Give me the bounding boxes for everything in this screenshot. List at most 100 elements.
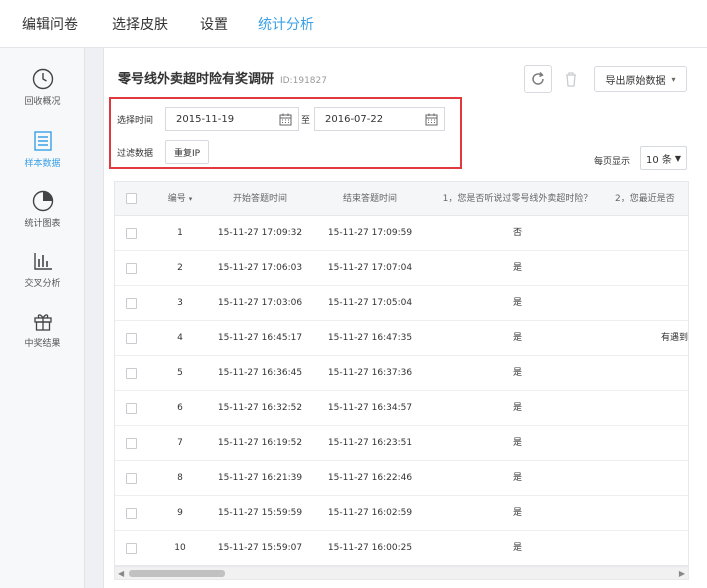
- delete-button[interactable]: [557, 65, 585, 93]
- chevron-down-icon: ▾: [671, 74, 676, 84]
- table-row[interactable]: 3 15-11-27 17:03:06 15-11-27 17:05:04 是 没有遇: [115, 286, 689, 321]
- table-row[interactable]: 4 15-11-27 16:45:17 15-11-27 16:47:35 是 有遇到，…: [115, 321, 688, 356]
- cell-question-2: 有遇到，拖了: [660, 333, 688, 343]
- select-all-checkbox[interactable]: [126, 193, 137, 204]
- row-checkbox[interactable]: [126, 473, 137, 484]
- sidebar-item-label: 回收概况: [24, 97, 61, 107]
- caret-down-icon: ▼: [674, 153, 682, 163]
- tab-edit-survey[interactable]: 编辑问卷: [22, 14, 78, 34]
- cell-number: 1: [177, 228, 183, 238]
- sidebar-item-label: 统计图表: [24, 219, 61, 229]
- row-checkbox[interactable]: [126, 438, 137, 449]
- export-label: 导出原始数据: [605, 75, 666, 87]
- cell-start-time: 15-11-27 17:06:03: [217, 263, 303, 273]
- cell-number: 8: [177, 473, 183, 483]
- sort-down-icon: ▾: [188, 195, 193, 203]
- cell-question-2: 没有遇: [615, 286, 689, 321]
- cell-question-1: 是: [512, 438, 522, 448]
- cell-number: 10: [174, 543, 186, 553]
- survey-id: ID:191827: [280, 76, 327, 86]
- cell-question-1: 是: [512, 333, 522, 343]
- row-checkbox[interactable]: [126, 403, 137, 414]
- cell-question-2: 有遇: [615, 356, 688, 391]
- bar-chart-icon: [33, 253, 52, 270]
- cell-start-time: 15-11-27 16:45:17: [217, 333, 303, 343]
- start-date-value: 2015-11-19: [176, 113, 235, 125]
- horizontal-scrollbar[interactable]: ◀ ▶: [114, 566, 689, 580]
- scrollbar-thumb[interactable]: [129, 570, 225, 577]
- sidebar-item-label: 样本数据: [24, 159, 61, 169]
- tab-settings[interactable]: 设置: [200, 14, 228, 34]
- table-row[interactable]: 7 15-11-27 16:19:52 15-11-27 16:23:51 是 有遇到: [115, 426, 689, 461]
- sidebar-item-overview[interactable]: 回收概况: [0, 68, 85, 124]
- cell-start-time: 15-11-27 15:59:59: [217, 508, 303, 518]
- cell-question-2: 有遇到: [615, 531, 689, 565]
- trash-icon: [566, 72, 576, 87]
- sidebar-item-lottery-results[interactable]: 中奖结果: [0, 310, 85, 366]
- filter-panel: 选择时间 2015-11-19 至 2016-07-22 过滤数据 重复IP: [109, 97, 462, 169]
- cell-question-2: 有遇: [615, 391, 688, 426]
- end-date-input[interactable]: 2016-07-22: [314, 107, 445, 131]
- sidebar-item-charts[interactable]: 统计图表: [0, 190, 85, 246]
- header-question-2: 2，您最近是否: [615, 194, 675, 204]
- refresh-button[interactable]: [524, 65, 552, 93]
- clock-icon: [32, 68, 53, 90]
- table-row[interactable]: 2 15-11-27 17:06:03 15-11-27 17:07:04 是 有遇: [115, 251, 688, 286]
- cell-start-time: 15-11-27 17:09:32: [217, 228, 303, 238]
- tab-choose-skin[interactable]: 选择皮肤: [112, 14, 168, 34]
- pie-chart-icon: [32, 190, 53, 212]
- time-label: 选择时间: [117, 116, 154, 126]
- duplicate-ip-button[interactable]: 重复IP: [165, 140, 209, 164]
- cell-question-1: 是: [512, 473, 522, 483]
- date-range-separator: 至: [301, 116, 311, 126]
- row-checkbox[interactable]: [126, 263, 137, 274]
- cell-number: 2: [177, 263, 183, 273]
- row-checkbox[interactable]: [126, 228, 137, 239]
- per-page-select[interactable]: 10 条 ▼: [640, 146, 687, 170]
- cell-end-time: 15-11-27 17:07:04: [327, 263, 413, 273]
- list-icon: [33, 131, 52, 151]
- sidebar-item-label: 中奖结果: [24, 339, 61, 349]
- calendar-icon[interactable]: [425, 113, 438, 126]
- export-raw-data-button[interactable]: 导出原始数据 ▾: [594, 66, 687, 92]
- cell-question-1: 是: [512, 403, 522, 413]
- row-checkbox[interactable]: [126, 543, 137, 554]
- scroll-left-icon[interactable]: ◀: [118, 569, 124, 578]
- per-page-label: 每页显示: [594, 157, 631, 167]
- table-row[interactable]: 1 15-11-27 17:09:32 15-11-27 17:09:59 否 没有进: [115, 216, 689, 251]
- table-row[interactable]: 5 15-11-27 16:36:45 15-11-27 16:37:36 是 有遇: [115, 356, 688, 391]
- cell-number: 4: [177, 333, 183, 343]
- cell-number: 6: [177, 403, 183, 413]
- cell-end-time: 15-11-27 16:34:57: [327, 403, 413, 413]
- cell-question-2: 有遇到: [615, 426, 689, 461]
- header-number[interactable]: 编号 ▾: [160, 182, 200, 216]
- table-row[interactable]: 6 15-11-27 16:32:52 15-11-27 16:34:57 是 有遇: [115, 391, 688, 426]
- row-checkbox[interactable]: [126, 368, 137, 379]
- sidebar-item-sample-data[interactable]: 样本数据: [0, 130, 85, 186]
- header-end-time: 结束答题时间: [342, 194, 397, 204]
- calendar-icon[interactable]: [279, 113, 292, 126]
- cell-question-1: 是: [512, 368, 522, 378]
- scroll-right-icon[interactable]: ▶: [679, 569, 685, 578]
- table-row[interactable]: 8 15-11-27 16:21:39 15-11-27 16:22:46 是 没有遇: [115, 461, 688, 496]
- row-checkbox[interactable]: [126, 298, 137, 309]
- per-page-value: 10 条: [645, 154, 672, 166]
- row-checkbox[interactable]: [126, 333, 137, 344]
- row-checkbox[interactable]: [126, 508, 137, 519]
- cell-question-1: 否: [512, 228, 522, 238]
- main-panel: 零号线外卖超时险有奖调研 ID:191827 导出原始数据 ▾ 选择时间 2015…: [103, 48, 707, 588]
- start-date-input[interactable]: 2015-11-19: [165, 107, 299, 131]
- cell-question-2: 没有进: [615, 216, 689, 251]
- refresh-icon: [532, 72, 544, 85]
- cell-question-2: 没有遇: [615, 496, 689, 531]
- tab-statistics[interactable]: 统计分析: [258, 14, 314, 34]
- cell-end-time: 15-11-27 17:05:04: [327, 298, 413, 308]
- table-row[interactable]: 9 15-11-27 15:59:59 15-11-27 16:02:59 是 没有遇: [115, 496, 689, 531]
- cell-number: 7: [177, 438, 183, 448]
- sidebar-item-cross-analysis[interactable]: 交叉分析: [0, 250, 85, 306]
- cell-question-1: 是: [512, 543, 522, 553]
- cell-end-time: 15-11-27 16:00:25: [327, 543, 413, 553]
- cell-number: 5: [177, 368, 183, 378]
- table-row[interactable]: 10 15-11-27 15:59:07 15-11-27 16:00:25 是 有遇到: [115, 531, 689, 565]
- header-question-1: 1，您是否听说过零号线外卖超时险？: [442, 194, 593, 204]
